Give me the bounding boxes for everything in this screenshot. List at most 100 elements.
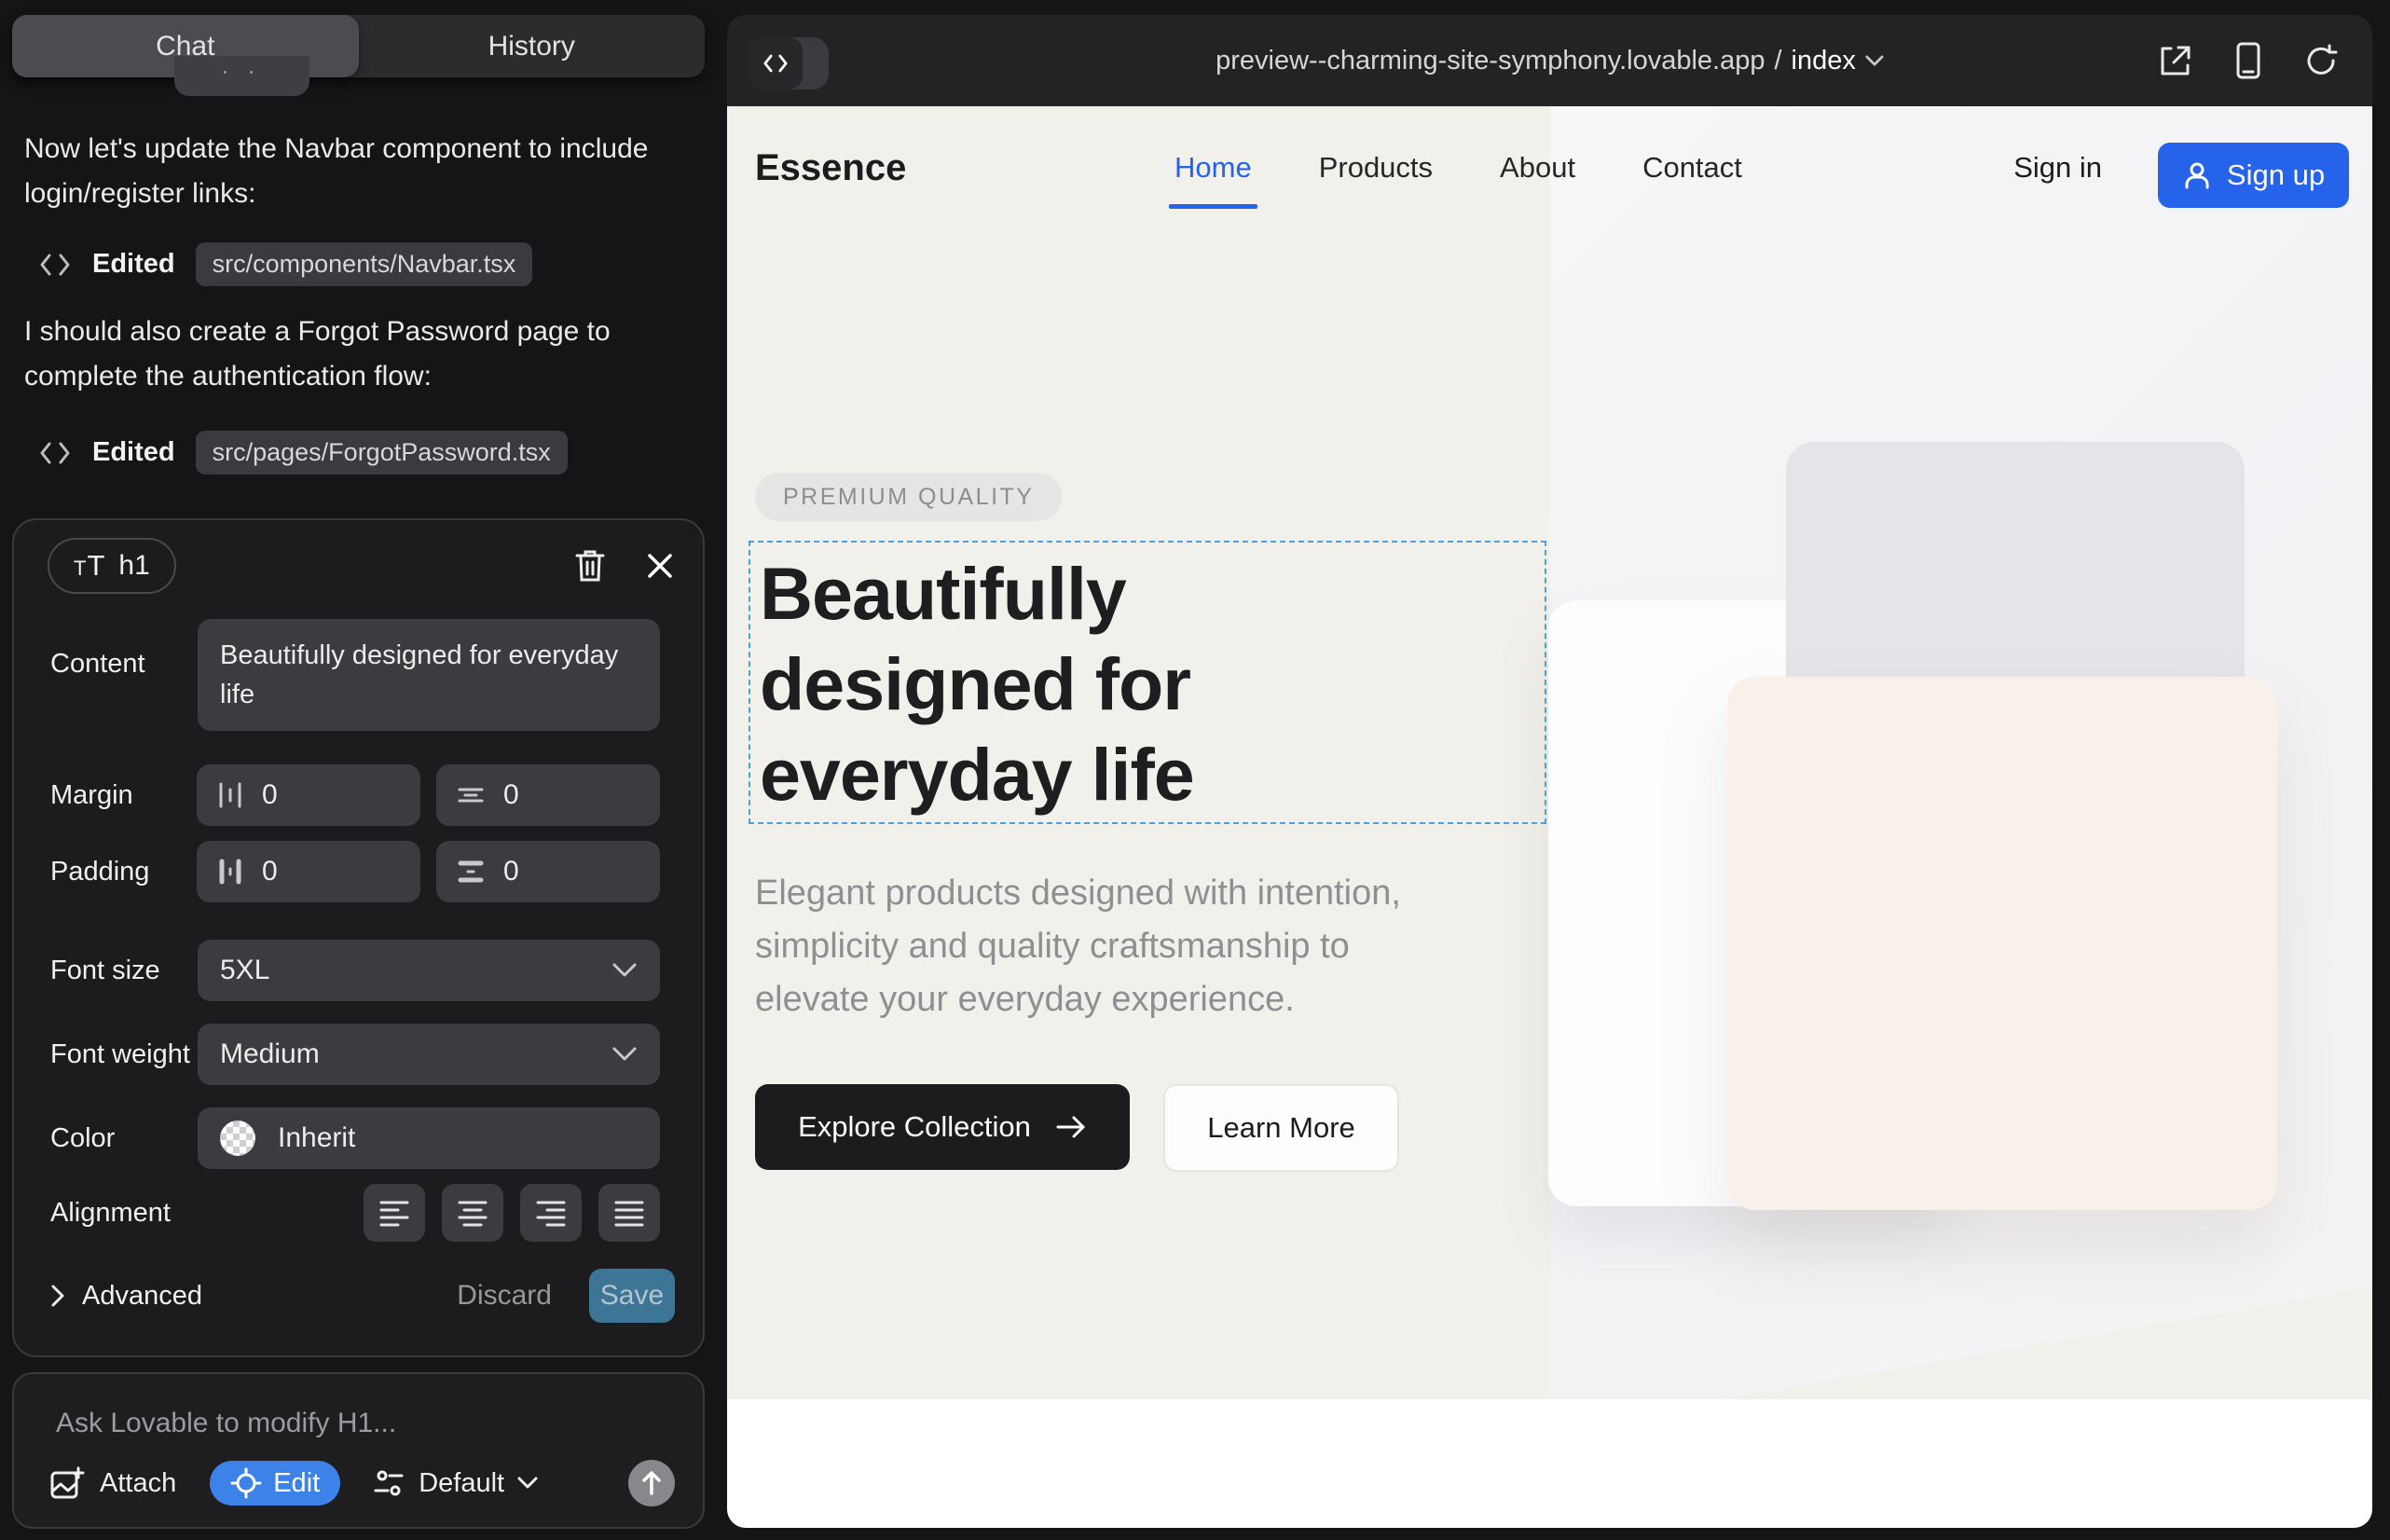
- font-size-label: Font size: [50, 956, 160, 986]
- padding-field-row: Padding 0 0: [50, 841, 660, 902]
- hero-heading-line: designed for: [760, 639, 1194, 729]
- font-weight-row: Font weight Medium: [50, 1024, 660, 1085]
- save-button[interactable]: Save: [589, 1269, 675, 1323]
- font-size-row: Font size 5XL: [50, 940, 660, 1001]
- sign-in-link[interactable]: Sign in: [2013, 151, 2102, 185]
- edited-file-row: Edited src/components/Navbar.tsx: [38, 242, 532, 286]
- chat-panel: Chat History · · Now let's update the Na…: [0, 0, 727, 1540]
- hero-diagonal-shape: [1720, 1287, 2372, 1399]
- prompt-input[interactable]: Ask Lovable to modify H1...: [56, 1408, 396, 1439]
- editor-header: TT h1: [48, 535, 675, 597]
- user-icon: [2182, 160, 2212, 190]
- hero-paragraph-line: elevate your everyday experience.: [755, 973, 1401, 1026]
- font-size-value: 5XL: [220, 955, 269, 986]
- editor-footer: Advanced Discard Save: [50, 1268, 675, 1324]
- attach-label: Attach: [100, 1468, 176, 1499]
- explore-collection-label: Explore Collection: [798, 1110, 1031, 1144]
- attach-button[interactable]: Attach: [49, 1465, 176, 1501]
- scrolled-pill-dots: · ·: [174, 62, 309, 83]
- site-navbar: Essence Home Products About Contact Sign…: [727, 106, 2372, 229]
- color-value: Inherit: [278, 1122, 355, 1154]
- edited-file-pill[interactable]: src/pages/ForgotPassword.tsx: [196, 431, 568, 474]
- chevron-down-icon: [517, 1477, 538, 1490]
- transparent-swatch-icon: [220, 1121, 255, 1156]
- color-row: Color Inherit: [50, 1107, 660, 1169]
- nav-link-home[interactable]: Home: [1174, 151, 1252, 185]
- preview-url-bar[interactable]: preview--charming-site-symphony.lovable.…: [727, 15, 2372, 106]
- send-button[interactable]: [628, 1460, 675, 1506]
- margin-x-input[interactable]: 0: [197, 764, 420, 826]
- learn-more-button[interactable]: Learn More: [1163, 1084, 1399, 1172]
- element-editor-panel: TT h1 Content Beautifully designed for e…: [12, 518, 705, 1357]
- font-weight-label: Font weight: [50, 1039, 190, 1070]
- close-icon[interactable]: [645, 551, 675, 581]
- margin-y-input[interactable]: 0: [436, 764, 660, 826]
- align-center-button[interactable]: [442, 1184, 503, 1242]
- advanced-toggle[interactable]: Advanced: [50, 1281, 202, 1312]
- arrow-right-icon: [1055, 1115, 1087, 1139]
- advanced-label: Advanced: [82, 1281, 202, 1312]
- padding-y-input[interactable]: 0: [436, 841, 660, 902]
- typography-icon: TT: [74, 549, 105, 583]
- content-field-row: Content Beautifully designed for everyda…: [50, 619, 660, 731]
- chevron-down-icon: [611, 1046, 638, 1063]
- padding-horizontal-icon: [217, 858, 243, 886]
- edited-label: Edited: [92, 249, 175, 280]
- site-logo[interactable]: Essence: [755, 147, 906, 189]
- site-canvas: Essence Home Products About Contact Sign…: [727, 106, 2372, 1528]
- padding-x-value: 0: [262, 856, 278, 887]
- align-center-icon: [457, 1199, 488, 1227]
- align-left-icon: [378, 1199, 410, 1227]
- padding-x-input[interactable]: 0: [197, 841, 420, 902]
- content-input[interactable]: Beautifully designed for everyday life: [198, 619, 660, 731]
- refresh-icon[interactable]: [2303, 43, 2339, 78]
- tab-history[interactable]: History: [359, 15, 706, 77]
- margin-label: Margin: [50, 780, 133, 811]
- margin-horizontal-icon: [217, 781, 243, 809]
- margin-field-row: Margin 0 0: [50, 764, 660, 826]
- align-left-button[interactable]: [364, 1184, 425, 1242]
- font-weight-value: Medium: [220, 1038, 320, 1070]
- padding-label: Padding: [50, 857, 149, 887]
- hero-heading-line: Beautifully: [760, 548, 1194, 639]
- open-external-icon[interactable]: [2158, 43, 2193, 78]
- hero-section: Essence Home Products About Contact Sign…: [727, 106, 2372, 1399]
- edited-file-row: Edited src/pages/ForgotPassword.tsx: [38, 431, 568, 474]
- hero-paragraph-line: Elegant products designed with intention…: [755, 867, 1401, 920]
- margin-y-value: 0: [503, 779, 519, 811]
- color-label: Color: [50, 1123, 115, 1154]
- target-icon: [230, 1467, 262, 1499]
- discard-button[interactable]: Discard: [457, 1280, 552, 1312]
- sign-up-label: Sign up: [2227, 158, 2325, 192]
- nav-link-products[interactable]: Products: [1319, 151, 1433, 185]
- edited-label: Edited: [92, 437, 175, 468]
- padding-y-value: 0: [503, 856, 519, 887]
- color-select[interactable]: Inherit: [198, 1107, 660, 1169]
- chat-message: I should also create a Forgot Password p…: [24, 309, 667, 399]
- sign-up-button[interactable]: Sign up: [2158, 143, 2349, 208]
- nav-link-contact[interactable]: Contact: [1642, 151, 1742, 185]
- hero-paragraph: Elegant products designed with intention…: [755, 867, 1401, 1026]
- model-selector[interactable]: Default: [372, 1468, 538, 1499]
- margin-x-value: 0: [262, 779, 278, 811]
- align-justify-button[interactable]: [598, 1184, 660, 1242]
- element-tag-chip[interactable]: TT h1: [48, 538, 176, 594]
- preview-toolbar: preview--charming-site-symphony.lovable.…: [727, 15, 2372, 106]
- chevron-down-icon: [1865, 55, 1884, 67]
- content-label: Content: [50, 649, 145, 680]
- align-justify-icon: [613, 1199, 645, 1227]
- font-size-select[interactable]: 5XL: [198, 940, 660, 1001]
- code-icon: [38, 439, 72, 467]
- edited-file-pill[interactable]: src/components/Navbar.tsx: [196, 242, 533, 286]
- mobile-view-icon[interactable]: [2234, 41, 2262, 80]
- nav-link-about[interactable]: About: [1500, 151, 1575, 185]
- align-right-button[interactable]: [520, 1184, 582, 1242]
- align-right-icon: [535, 1199, 567, 1227]
- trash-icon[interactable]: [574, 548, 606, 584]
- edit-mode-button[interactable]: Edit: [210, 1461, 340, 1506]
- explore-collection-button[interactable]: Explore Collection: [755, 1084, 1130, 1170]
- preview-pane: preview--charming-site-symphony.lovable.…: [727, 15, 2372, 1528]
- hero-heading[interactable]: Beautifully designed for everyday life: [760, 548, 1194, 819]
- font-weight-select[interactable]: Medium: [198, 1024, 660, 1085]
- decor-card-beige: [1727, 677, 2277, 1210]
